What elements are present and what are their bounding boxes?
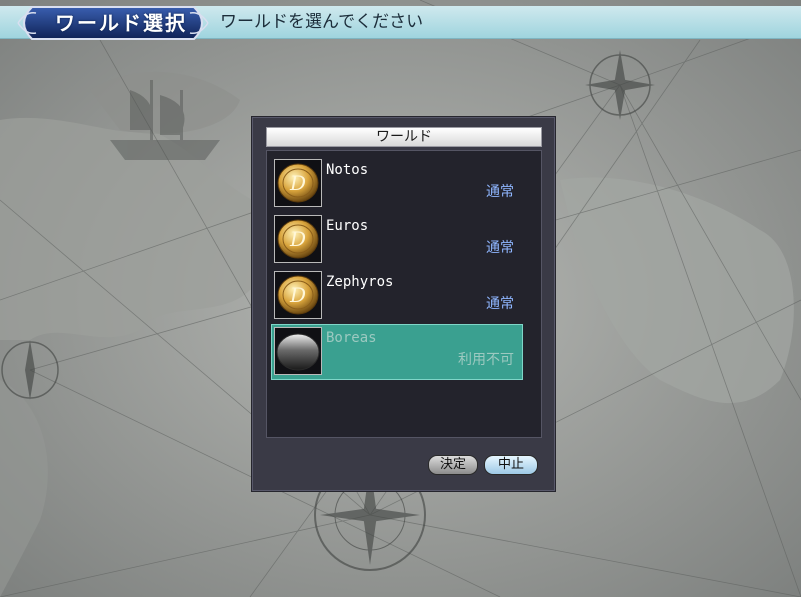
world-item-boreas[interactable]: Boreas 利用不可 (271, 324, 523, 380)
world-name: Notos (326, 162, 369, 178)
world-status: 利用不可 (458, 352, 514, 368)
page-title: ワールド選択 (55, 11, 187, 35)
gold-coin-icon: D (274, 215, 322, 263)
world-name: Euros (326, 218, 369, 234)
world-status: 通常 (486, 296, 514, 312)
dialog-title: ワールド (376, 129, 432, 145)
cancel-button[interactable]: 中止 (484, 455, 538, 475)
dialog-header: ワールド (266, 127, 542, 147)
svg-text:D: D (289, 171, 306, 195)
world-status: 通常 (486, 184, 514, 200)
title-plate: ワールド選択 (14, 5, 212, 41)
world-item-euros[interactable]: D Euros 通常 (272, 213, 522, 267)
world-item-notos[interactable]: D Notos 通常 (272, 157, 522, 211)
world-item-zephyros[interactable]: D Zephyros 通常 (272, 269, 522, 323)
world-select-dialog: ワールド D Notos 通常 D Euros 通常 D Zephyros 通常… (251, 116, 556, 492)
gold-coin-icon: D (274, 271, 322, 319)
instruction-text: ワールドを選んでください (220, 12, 424, 32)
gold-coin-icon: D (274, 159, 322, 207)
svg-text:D: D (289, 283, 306, 307)
world-name: Boreas (326, 330, 377, 346)
game-screen: ワールド選択 ワールドを選んでください ワールド D Notos 通常 D Eu… (0, 0, 801, 597)
world-name: Zephyros (326, 274, 394, 290)
world-status: 通常 (486, 240, 514, 256)
dark-stone-icon (274, 327, 322, 375)
world-list: D Notos 通常 D Euros 通常 D Zephyros 通常 Bore… (266, 150, 542, 438)
svg-text:D: D (289, 227, 306, 251)
confirm-button[interactable]: 決定 (428, 455, 478, 475)
